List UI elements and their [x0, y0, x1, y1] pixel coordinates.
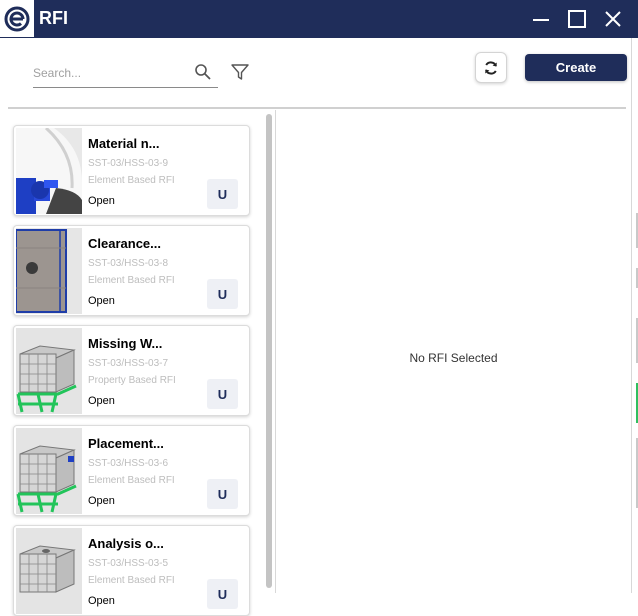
toolbar-divider: [8, 107, 626, 109]
rfi-type: Element Based RFI: [88, 275, 175, 286]
search-input[interactable]: [33, 62, 188, 84]
user-badge[interactable]: U: [207, 279, 238, 309]
rfi-thumbnail: [16, 128, 82, 214]
filter-icon[interactable]: [230, 62, 250, 82]
close-icon[interactable]: [602, 8, 624, 30]
rfi-status: Open: [88, 395, 115, 407]
rfi-thumbnail: [16, 228, 82, 314]
rfi-card[interactable]: Analysis o... SST-03/HSS-03-5 Element Ba…: [13, 525, 250, 616]
rfi-code: SST-03/HSS-03-6: [88, 458, 169, 469]
user-badge[interactable]: U: [207, 579, 238, 609]
rfi-card[interactable]: Placement... SST-03/HSS-03-6 Element Bas…: [13, 425, 250, 516]
rfi-title: Placement...: [88, 436, 164, 451]
rfi-status: Open: [88, 195, 115, 207]
rfi-code: SST-03/HSS-03-5: [88, 558, 169, 569]
rfi-card[interactable]: Missing W... SST-03/HSS-03-7 Property Ba…: [13, 325, 250, 416]
list-scrollbar[interactable]: [266, 114, 272, 588]
rfi-thumbnail: [16, 328, 82, 414]
minimize-icon[interactable]: [530, 8, 552, 30]
rfi-title: Material n...: [88, 136, 160, 151]
maximize-icon[interactable]: [566, 8, 588, 30]
rfi-title: Missing W...: [88, 336, 163, 351]
window-edge: [631, 38, 638, 593]
rfi-status: Open: [88, 595, 115, 607]
user-badge[interactable]: U: [207, 379, 238, 409]
empty-state-message: No RFI Selected: [409, 351, 498, 365]
rfi-code: SST-03/HSS-03-7: [88, 358, 169, 369]
rfi-type: Element Based RFI: [88, 475, 175, 486]
rfi-title: Analysis o...: [88, 536, 164, 551]
rfi-title: Clearance...: [88, 236, 161, 251]
rfi-thumbnail: [16, 528, 82, 614]
user-badge[interactable]: U: [207, 479, 238, 509]
user-badge[interactable]: U: [207, 179, 238, 209]
rfi-status: Open: [88, 295, 115, 307]
create-button[interactable]: Create: [525, 54, 627, 81]
rfi-card[interactable]: Material n... SST-03/HSS-03-9 Element Ba…: [13, 125, 250, 216]
rfi-type: Property Based RFI: [88, 375, 176, 386]
search-box: [33, 58, 218, 88]
rfi-type: Element Based RFI: [88, 175, 175, 186]
rfi-card[interactable]: Clearance... SST-03/HSS-03-8 Element Bas…: [13, 225, 250, 316]
e-logo-icon: [4, 6, 30, 31]
title-bar: RFI: [0, 0, 638, 38]
rfi-type: Element Based RFI: [88, 575, 175, 586]
app-logo: [0, 0, 34, 37]
rfi-code: SST-03/HSS-03-8: [88, 258, 169, 269]
rfi-code: SST-03/HSS-03-9: [88, 158, 169, 169]
search-icon[interactable]: [194, 63, 212, 81]
rfi-thumbnail: [16, 428, 82, 514]
refresh-icon: [485, 60, 497, 75]
window-title: RFI: [39, 8, 68, 28]
rfi-status: Open: [88, 495, 115, 507]
refresh-button[interactable]: [475, 52, 507, 83]
